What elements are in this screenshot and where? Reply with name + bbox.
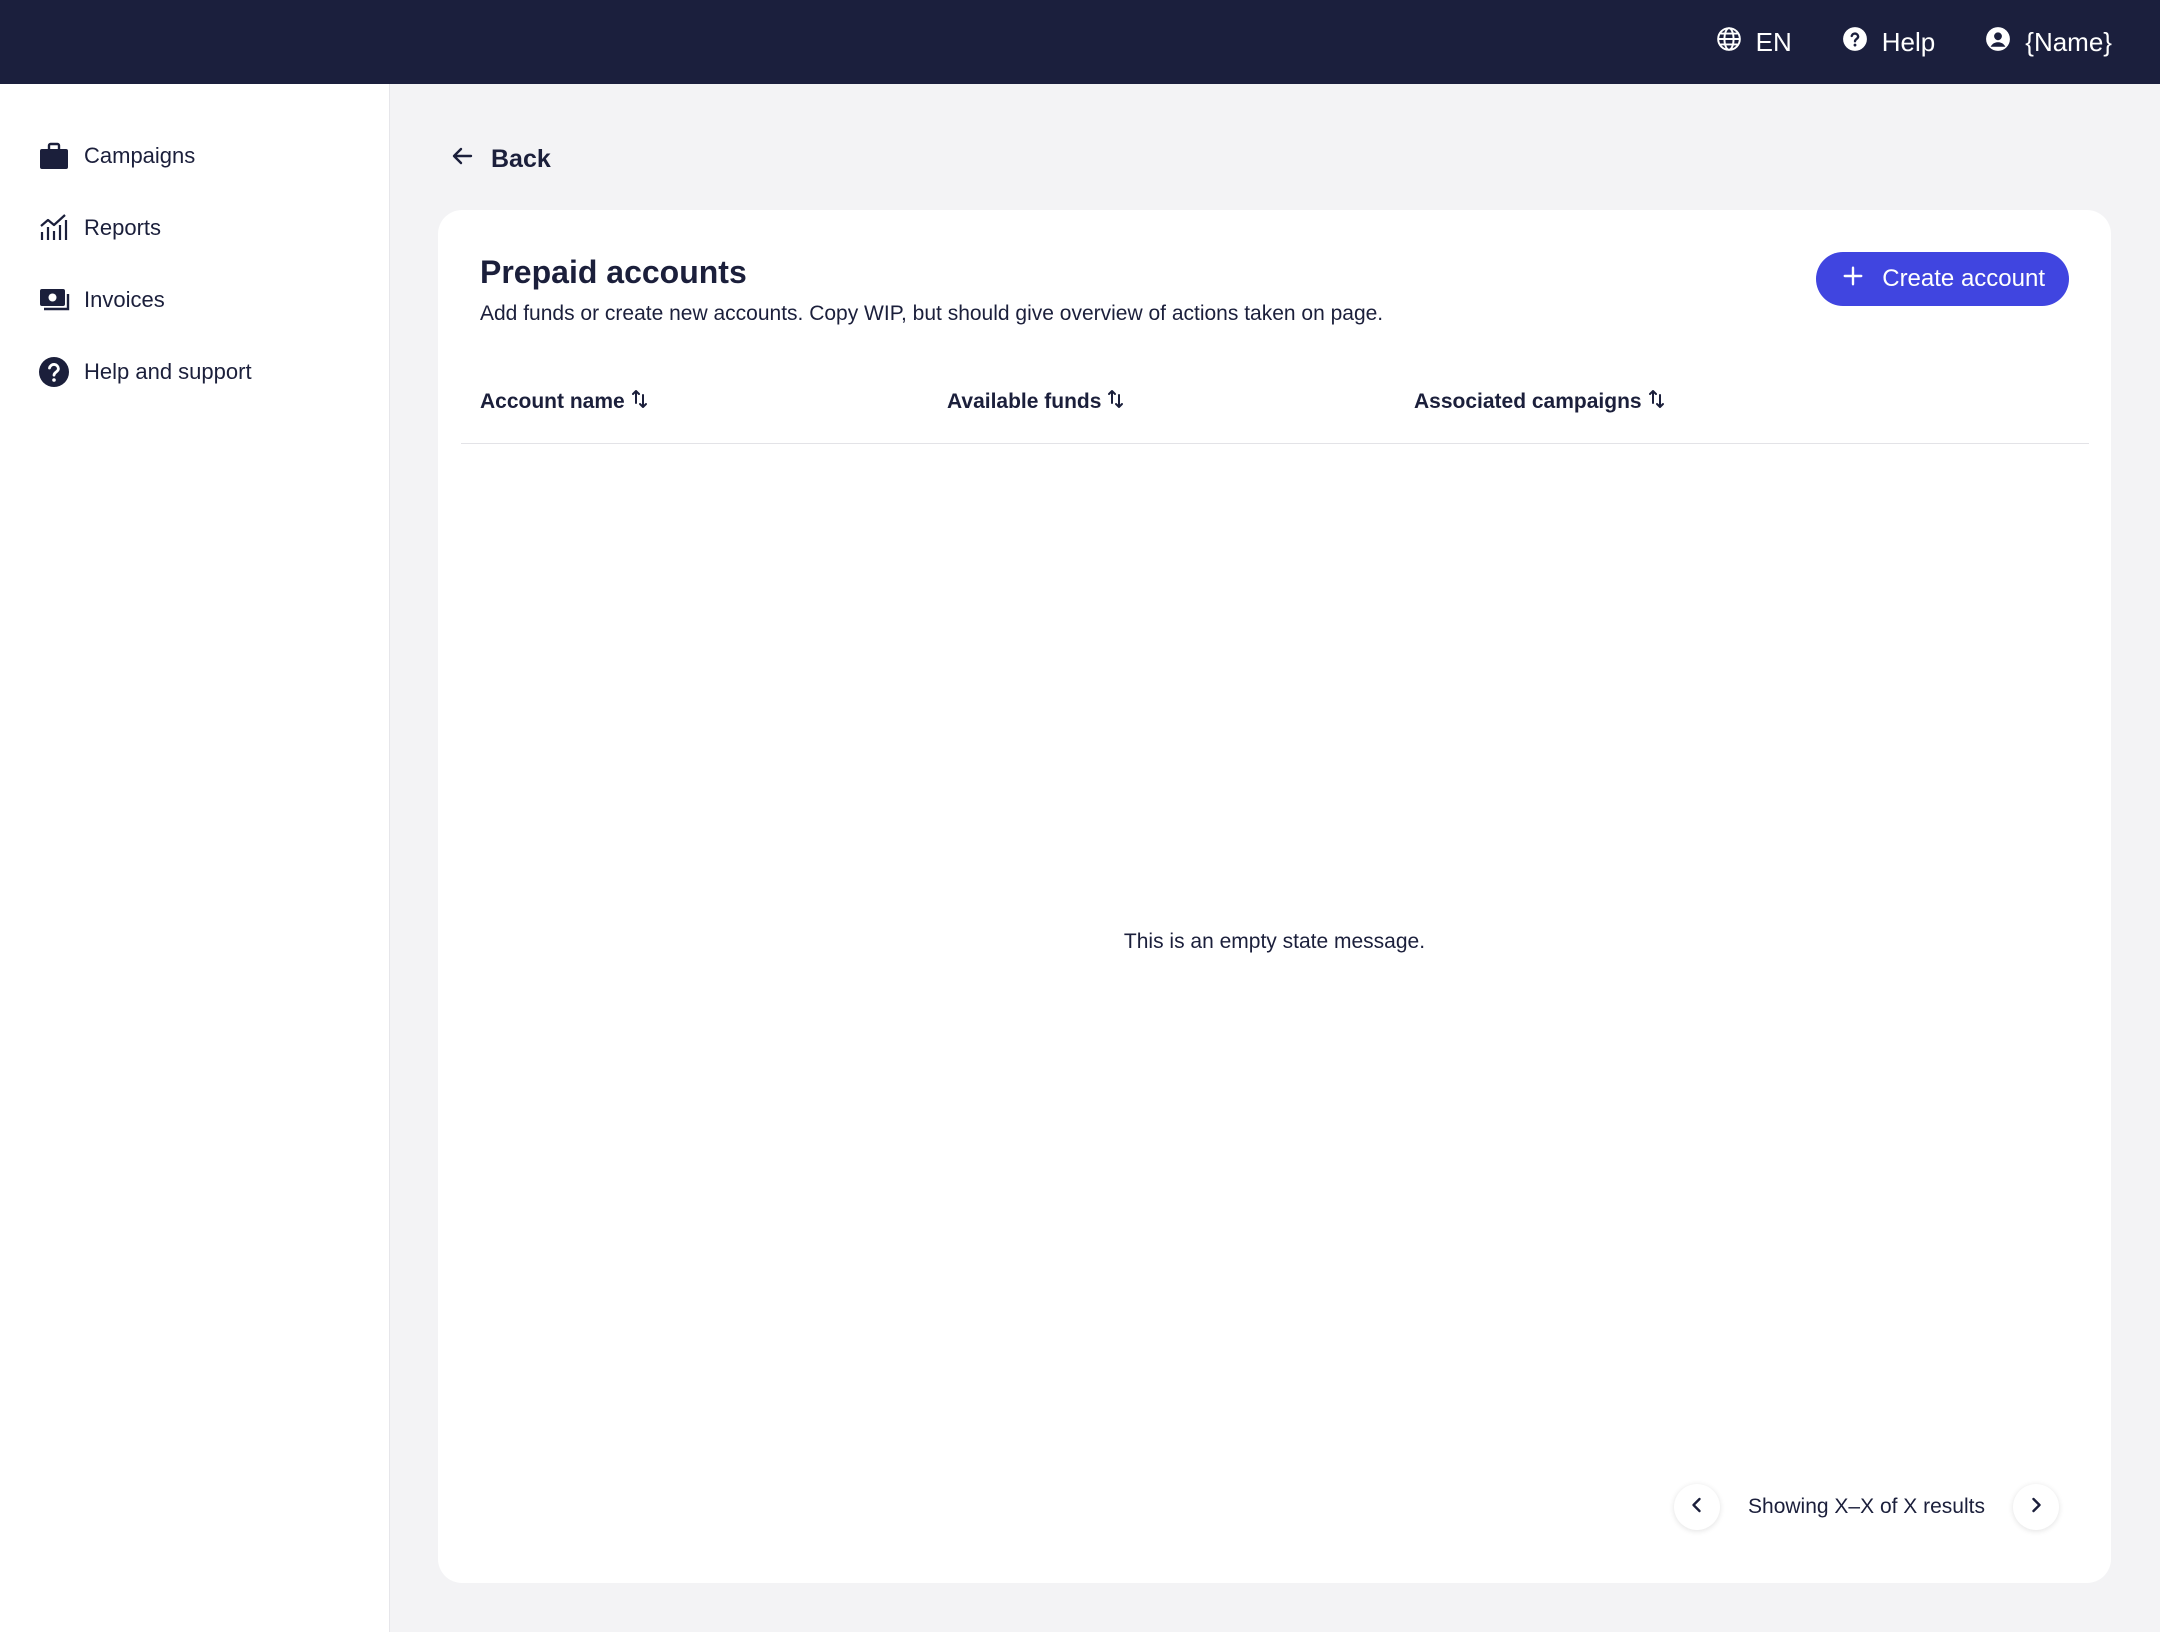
back-label: Back: [491, 145, 551, 173]
sidebar-item-label: Campaigns: [84, 143, 196, 168]
sidebar-item-label: Invoices: [84, 287, 165, 312]
prepaid-accounts-card: Prepaid accounts Add funds or create new…: [438, 210, 2111, 1583]
question-circle-icon: [1842, 26, 1868, 59]
user-circle-icon: [1985, 26, 2011, 59]
briefcase-icon: [38, 140, 70, 172]
help-link[interactable]: Help: [1842, 26, 1935, 59]
back-link[interactable]: Back: [451, 144, 551, 175]
sidebar-item-reports[interactable]: Reports: [0, 192, 389, 264]
table-header: Account name Available funds Associated …: [461, 360, 2089, 444]
arrow-left-icon: [451, 144, 475, 175]
top-bar: EN Help {Name}: [0, 0, 2160, 84]
help-label: Help: [1881, 26, 1936, 57]
column-label: Account name: [480, 390, 625, 413]
pagination: Showing X–X of X results: [1674, 1484, 2059, 1530]
sidebar-item-label: Help and support: [84, 359, 252, 384]
language-label: EN: [1755, 26, 1792, 57]
sidebar-item-invoices[interactable]: Invoices: [0, 264, 389, 336]
create-account-button[interactable]: Create account: [1816, 252, 2069, 306]
globe-icon: [1716, 26, 1742, 59]
create-account-label: Create account: [1882, 265, 2045, 292]
previous-page-button[interactable]: [1674, 1484, 1721, 1530]
next-page-button[interactable]: [2013, 1484, 2059, 1530]
user-name: {Name}: [2025, 26, 2112, 57]
empty-state-message: This is an empty state message.: [1123, 930, 1426, 953]
plus-icon: [1842, 265, 1864, 294]
language-selector[interactable]: EN: [1716, 26, 1792, 59]
sidebar: Campaigns Reports Invoices Help and supp…: [0, 84, 390, 1632]
sort-icon: [1107, 388, 1125, 416]
question-circle-icon: [38, 356, 70, 388]
column-header-available-funds[interactable]: Available funds: [947, 360, 1125, 444]
sidebar-item-label: Reports: [84, 215, 162, 240]
chevron-left-icon: [1688, 1496, 1706, 1519]
column-label: Associated campaigns: [1414, 390, 1642, 413]
money-icon: [38, 284, 70, 316]
user-menu[interactable]: {Name}: [1985, 26, 2112, 59]
column-header-associated-campaigns[interactable]: Associated campaigns: [1414, 360, 1666, 444]
page-title: Prepaid accounts: [480, 254, 747, 290]
column-label: Available funds: [947, 390, 1102, 413]
main-content: Back Prepaid accounts Add funds or creat…: [391, 84, 2160, 1632]
sidebar-item-campaigns[interactable]: Campaigns: [0, 120, 389, 192]
sidebar-item-help-and-support[interactable]: Help and support: [0, 336, 389, 408]
page-description: Add funds or create new accounts. Copy W…: [480, 302, 1384, 325]
sort-icon: [631, 388, 649, 416]
chevron-right-icon: [2027, 1496, 2045, 1519]
pagination-summary: Showing X–X of X results: [1748, 1495, 1985, 1518]
sort-icon: [1648, 388, 1666, 416]
column-header-account-name[interactable]: Account name: [480, 360, 649, 444]
chart-icon: [38, 212, 70, 244]
